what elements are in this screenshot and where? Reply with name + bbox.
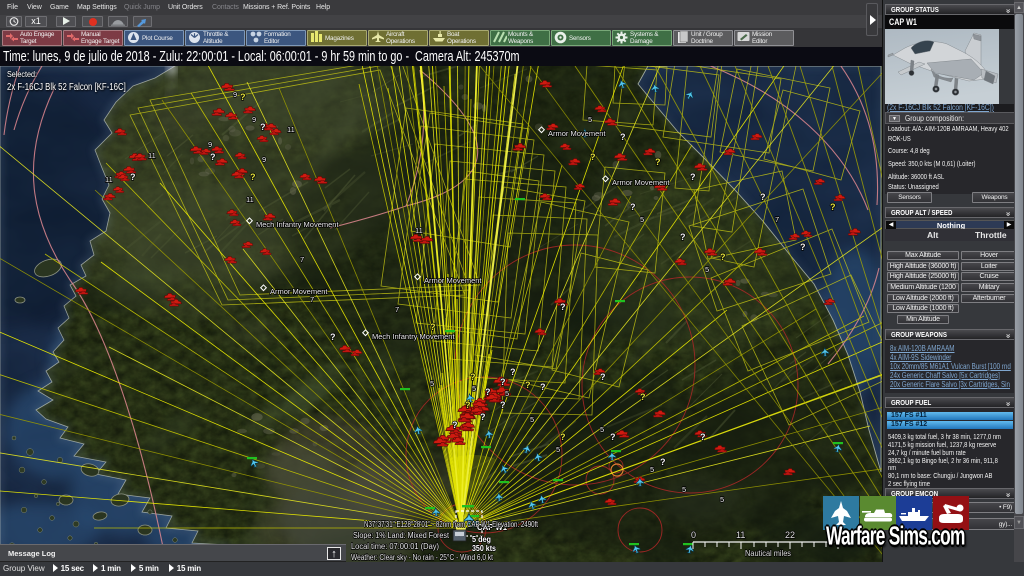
svg-text:?: ? (660, 457, 666, 467)
svg-text:?: ? (600, 372, 606, 382)
svg-text:?: ? (250, 172, 256, 182)
svg-text:?: ? (640, 392, 646, 402)
svg-text:?: ? (130, 172, 136, 182)
svg-text:11: 11 (736, 530, 745, 540)
svg-text:5: 5 (430, 379, 434, 388)
svg-text:22: 22 (785, 530, 795, 540)
svg-text:Armor Movement: Armor Movement (270, 287, 328, 296)
svg-text:?: ? (500, 377, 506, 387)
svg-text:?: ? (465, 400, 471, 410)
svg-text:?: ? (240, 92, 246, 102)
svg-text:5: 5 (588, 115, 592, 124)
svg-text:5: 5 (600, 425, 604, 434)
svg-text:5: 5 (705, 265, 709, 274)
svg-text:Nautical miles: Nautical miles (745, 548, 791, 558)
svg-text:Armor Movement: Armor Movement (548, 129, 606, 138)
svg-text:?: ? (210, 152, 216, 162)
svg-text:?: ? (500, 400, 506, 410)
svg-text:5: 5 (472, 384, 476, 393)
svg-text:Armor Movement: Armor Movement (612, 178, 670, 187)
svg-text:?: ? (510, 367, 516, 377)
svg-text:11: 11 (287, 125, 295, 134)
svg-text:0: 0 (691, 530, 696, 540)
svg-text:Slope: 1% Land: Mixed Fores: Slope: 1% Land: Mixed Forest (353, 531, 450, 540)
svg-text:?: ? (690, 172, 696, 182)
svg-text:?: ? (720, 252, 726, 262)
svg-text:7: 7 (395, 305, 399, 314)
svg-text:?: ? (630, 202, 636, 212)
svg-text:?: ? (610, 432, 616, 442)
svg-text:?: ? (655, 157, 661, 167)
svg-text:?: ? (540, 382, 546, 392)
svg-text:Mech Infantry Movement: Mech Infantry Movement (256, 220, 339, 229)
svg-text:11: 11 (415, 226, 423, 235)
svg-text:5: 5 (505, 389, 509, 398)
svg-text:?: ? (800, 242, 806, 252)
svg-text:7: 7 (310, 295, 314, 304)
svg-text:5: 5 (682, 485, 686, 494)
svg-text:?: ? (330, 332, 336, 342)
svg-text:5: 5 (650, 465, 654, 474)
svg-text:?: ? (590, 152, 596, 162)
svg-text:?: ? (480, 412, 486, 422)
svg-text:Mech Infantry Movement: Mech Infantry Movement (372, 332, 455, 341)
svg-text:350 kts: 350 kts (472, 543, 496, 553)
svg-text:11: 11 (105, 175, 113, 184)
svg-text:Local time: 07:00:01 (Day): Local time: 07:00:01 (Day) (351, 542, 439, 551)
svg-text:?: ? (452, 420, 458, 430)
svg-text:5: 5 (556, 445, 560, 454)
svg-text:5: 5 (720, 495, 724, 504)
svg-text:5: 5 (530, 415, 534, 424)
svg-text:11: 11 (148, 151, 156, 160)
svg-text:Weather: Clear sky - No rain -: Weather: Clear sky - No rain - 25°C - Wi… (351, 553, 494, 562)
svg-text:?: ? (830, 202, 836, 212)
svg-text:Armor Movement: Armor Movement (424, 276, 482, 285)
svg-text:7: 7 (300, 255, 304, 264)
svg-text:?: ? (760, 192, 766, 202)
svg-text:?: ? (470, 372, 476, 382)
svg-text:?: ? (560, 302, 566, 312)
svg-text:?: ? (560, 432, 566, 442)
svg-text:?: ? (525, 380, 531, 390)
svg-text:9: 9 (262, 155, 266, 164)
svg-text:7: 7 (775, 215, 779, 224)
svg-text:5: 5 (640, 215, 644, 224)
svg-text:?: ? (430, 322, 436, 332)
svg-text:?: ? (485, 387, 491, 397)
svg-text:N37°37'31" E128°28'01" - 82nm: N37°37'31" E128°28'01" - 82nm from CAP W… (364, 520, 539, 529)
svg-text:?: ? (700, 432, 706, 442)
svg-text:11: 11 (246, 195, 254, 204)
svg-text:?: ? (260, 122, 266, 132)
svg-text:?: ? (620, 132, 626, 142)
svg-text:9: 9 (208, 140, 212, 149)
svg-text:9: 9 (252, 115, 256, 124)
svg-text:9: 9 (233, 90, 237, 99)
svg-text:?: ? (680, 232, 686, 242)
